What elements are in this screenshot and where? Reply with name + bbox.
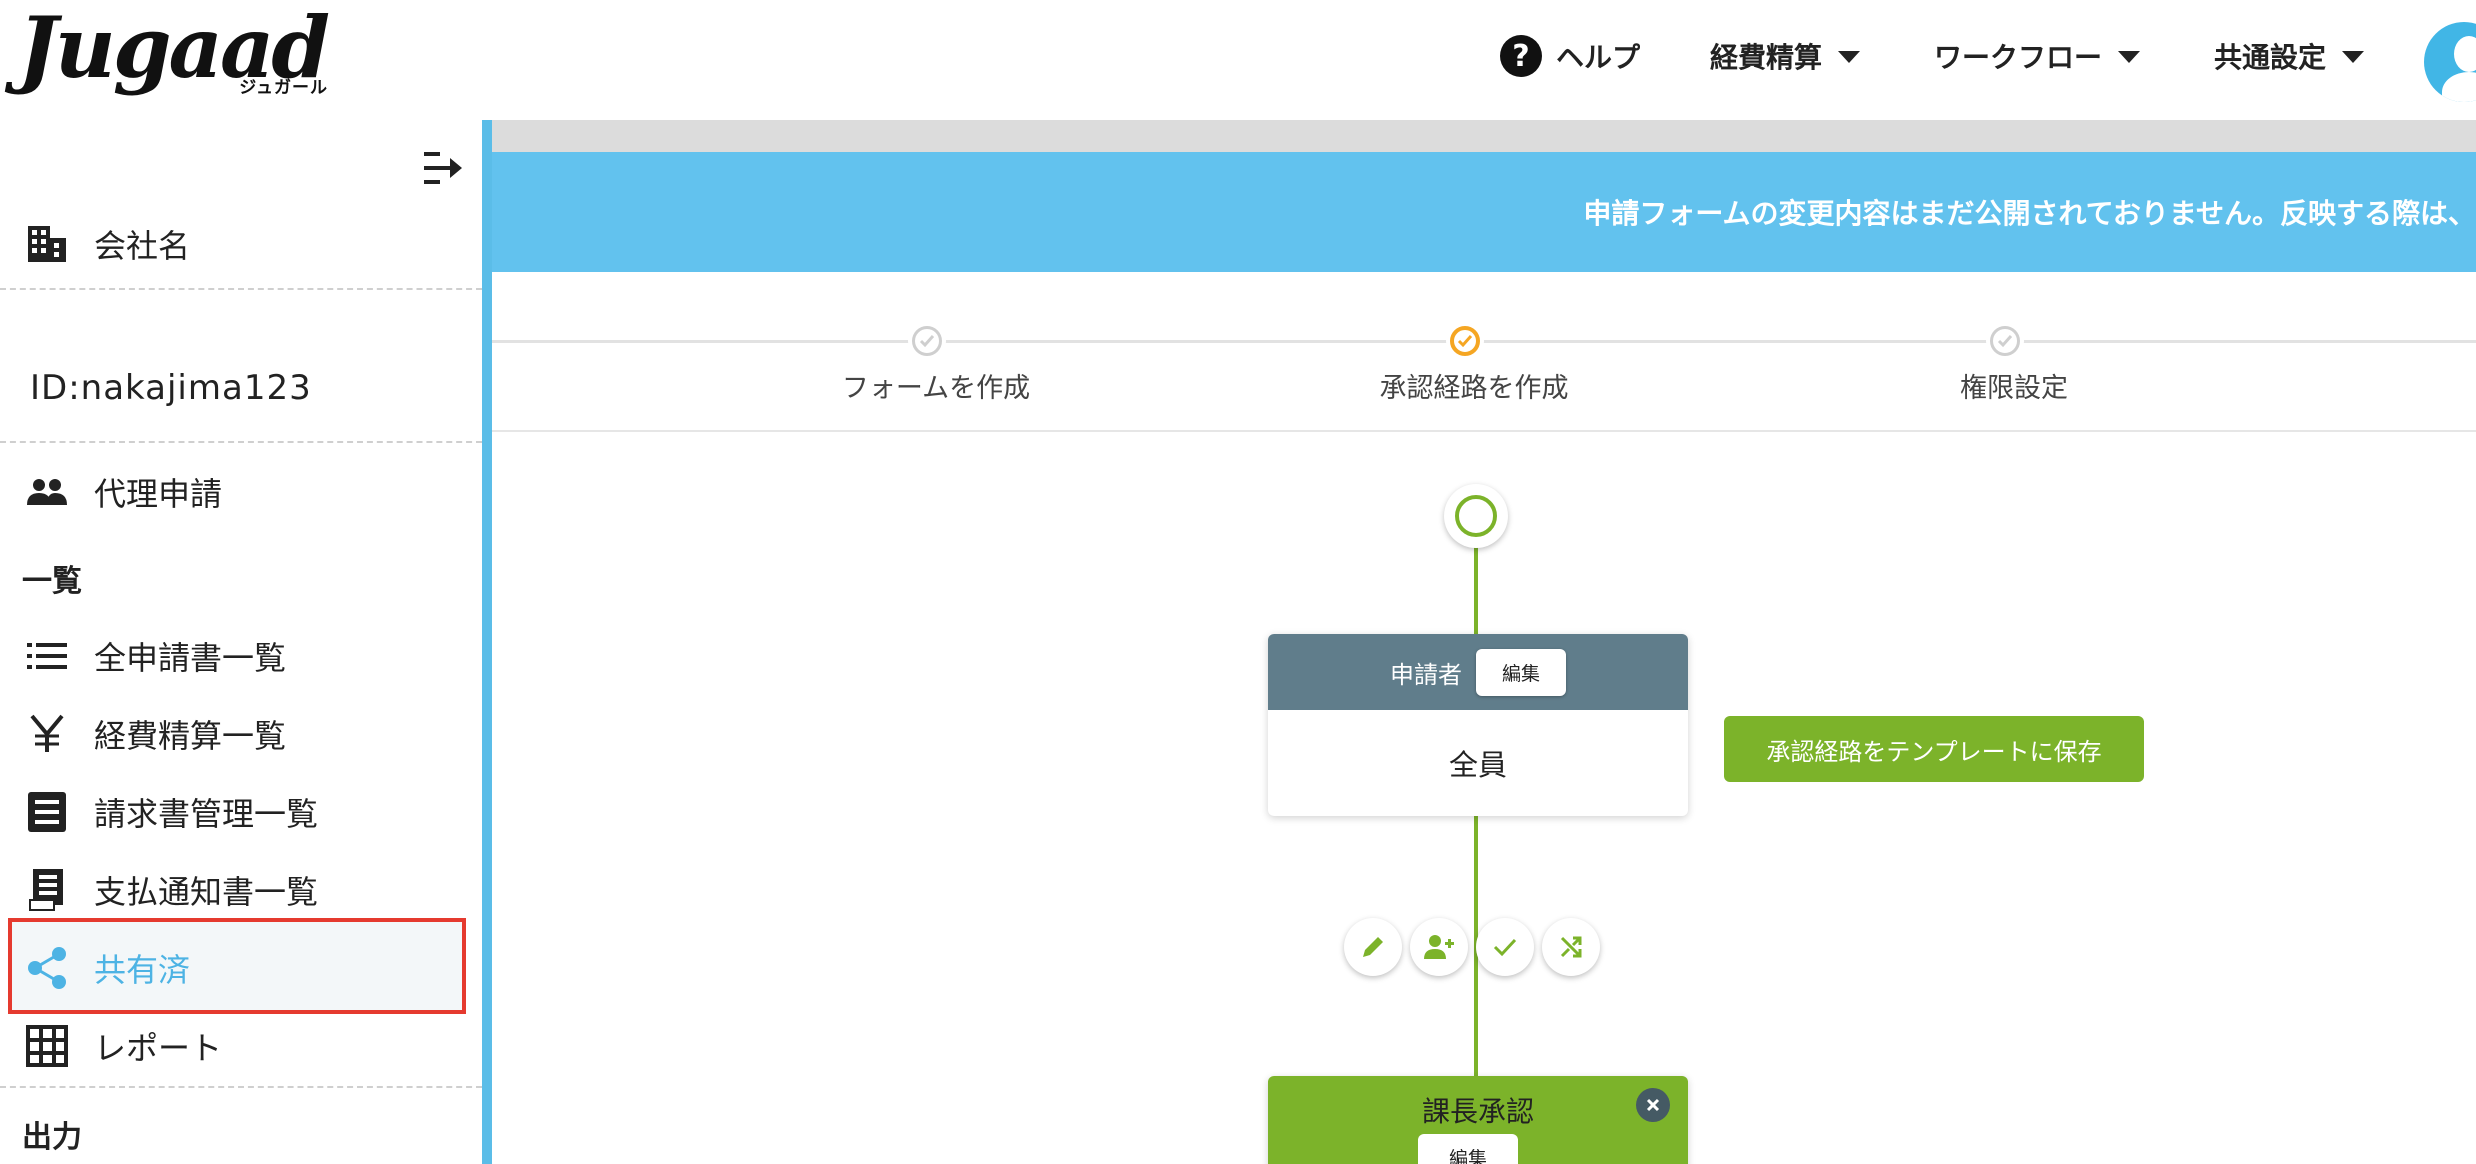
- sidebar-item-label: 経費精算一覧: [94, 717, 287, 755]
- sidebar-item-shared[interactable]: 共有済: [0, 938, 482, 998]
- step-form-dot[interactable]: [908, 322, 946, 360]
- add-approver-button[interactable]: [1410, 918, 1468, 976]
- building-icon: [0, 224, 94, 264]
- sidebar-item-report[interactable]: レポート: [0, 1016, 482, 1076]
- remove-step-button[interactable]: [1636, 1088, 1670, 1122]
- receipt-icon: [0, 869, 94, 911]
- sidebar-rail: [482, 120, 492, 1164]
- stepper-track: [492, 340, 2476, 343]
- flow-start-node: [1444, 484, 1508, 548]
- sidebar-item-label: 全申請書一覧: [94, 639, 287, 677]
- sidebar-item-proxy-application[interactable]: 代理申請: [0, 462, 482, 522]
- applicant-card-header: 申請者 編集: [1268, 634, 1688, 710]
- approval-edit-button[interactable]: 編集: [1418, 1134, 1518, 1164]
- grid-icon: [0, 1025, 94, 1067]
- check-icon: [919, 335, 935, 348]
- shuffle-icon: [1560, 936, 1582, 958]
- sidebar-collapse-button[interactable]: [420, 146, 464, 190]
- pencil-icon: [1363, 937, 1383, 957]
- step-form-label[interactable]: フォームを作成: [842, 366, 1030, 405]
- nav-common-settings-menu[interactable]: 共通設定: [2214, 30, 2365, 82]
- logo-subtext: ジュガール: [239, 78, 328, 98]
- edit-step-button[interactable]: [1344, 918, 1402, 976]
- step-route-label[interactable]: 承認経路を作成: [1380, 366, 1569, 405]
- applicant-card-body: 全員: [1448, 748, 1507, 782]
- section-heading-list: 一覧: [22, 564, 82, 599]
- header: Jugaad ジュガール ? ヘルプ 経費精算 ワークフロー 共通設定: [0, 0, 2476, 120]
- check-icon: [1457, 335, 1473, 348]
- step-permission-label[interactable]: 権限設定: [1960, 366, 2068, 405]
- main-top-band: [492, 120, 2476, 152]
- people-icon: [0, 477, 94, 507]
- sidebar-item-payment-notice-list[interactable]: 支払通知書一覧: [0, 860, 482, 920]
- sidebar-item-invoice-list[interactable]: 請求書管理一覧: [0, 782, 482, 842]
- approval-card-title: 課長承認: [1421, 1095, 1534, 1128]
- caret-down-icon: [2342, 51, 2365, 63]
- nav-expense-label: 経費精算: [1710, 41, 1823, 74]
- sidebar-item-label: 支払通知書一覧: [94, 873, 319, 911]
- account-id: ID:nakajima123: [30, 368, 312, 408]
- approve-step-button[interactable]: [1476, 918, 1534, 976]
- collapse-menu-icon: [424, 152, 462, 184]
- user-avatar[interactable]: [2424, 22, 2476, 102]
- yen-icon: [0, 714, 94, 754]
- sidebar-item-label: 請求書管理一覧: [94, 795, 319, 833]
- nav-workflow-label: ワークフロー: [1934, 41, 2103, 74]
- sidebar-item-label: レポート: [94, 1029, 223, 1067]
- help-label: ヘルプ: [1556, 41, 1641, 74]
- caret-down-icon: [2118, 51, 2141, 63]
- list-icon: [0, 643, 94, 669]
- applicant-edit-button[interactable]: 編集: [1475, 648, 1566, 696]
- step-route-dot[interactable]: [1446, 322, 1484, 360]
- sidebar-item-all-applications[interactable]: 全申請書一覧: [0, 626, 482, 686]
- help-icon: ?: [1500, 35, 1542, 77]
- manager-approval-card: 課長承認 編集: [1268, 1076, 1688, 1164]
- proxy-application-label: 代理申請: [94, 475, 223, 513]
- applicant-card-title: 申請者: [1389, 660, 1462, 689]
- stepper-divider: [492, 430, 2476, 432]
- invoice-icon: [0, 792, 94, 832]
- nav-expense-menu[interactable]: 経費精算: [1710, 30, 1861, 82]
- add-person-icon: [1424, 935, 1454, 959]
- applicant-card: 申請者 編集 全員: [1268, 634, 1688, 816]
- nav-workflow-menu[interactable]: ワークフロー: [1934, 30, 2141, 82]
- step-permission-dot[interactable]: [1986, 322, 2024, 360]
- check-icon: [1997, 335, 2013, 348]
- close-icon: [1646, 1098, 1660, 1112]
- help-link[interactable]: ? ヘルプ: [1500, 30, 1640, 82]
- banner-text: 申請フォームの変更内容はまだ公開されておりません。反映する際は、: [1583, 197, 2476, 230]
- save-route-template-button[interactable]: 承認経路をテンプレートに保存: [1724, 716, 2144, 782]
- nav-common-settings-label: 共通設定: [2214, 41, 2327, 74]
- jugaad-logo[interactable]: Jugaad ジュガール: [18, 2, 330, 100]
- flow-connector: [1474, 540, 1478, 634]
- sidebar-company: 会社名: [0, 214, 482, 274]
- sidebar-item-label: 共有済: [94, 951, 191, 989]
- caret-down-icon: [1838, 51, 1861, 63]
- section-heading-output: 出力: [22, 1120, 82, 1155]
- sidebar-item-expense-list[interactable]: 経費精算一覧: [0, 704, 482, 764]
- share-icon: [0, 946, 94, 990]
- unpublished-notice-banner: 申請フォームの変更内容はまだ公開されておりません。反映する際は、: [492, 152, 2476, 272]
- company-name-label: 会社名: [94, 227, 191, 265]
- check-icon: [1493, 938, 1517, 957]
- branch-step-button[interactable]: [1542, 918, 1600, 976]
